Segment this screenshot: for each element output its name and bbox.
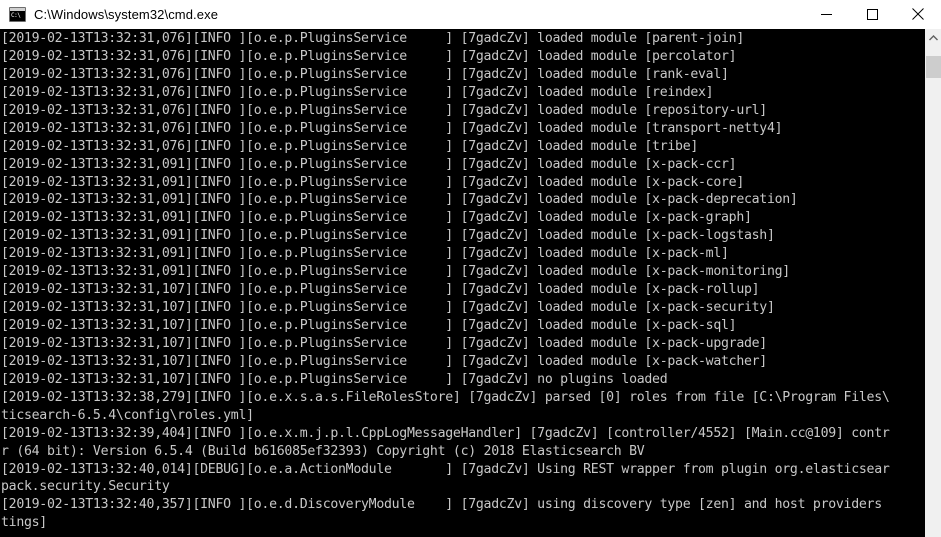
window-title: C:\Windows\system32\cmd.exe: [34, 6, 219, 22]
maximize-button[interactable]: [849, 0, 895, 28]
console-line: [2019-02-13T13:32:31,107][INFO ][o.e.p.P…: [1, 318, 737, 333]
console-area: [2019-02-13T13:32:31,076][INFO ][o.e.p.P…: [0, 29, 941, 537]
console-line: [2019-02-13T13:32:40,014][DEBUG][o.e.a.A…: [1, 461, 890, 477]
console-line: [2019-02-13T13:32:31,076][INFO ][o.e.p.P…: [1, 66, 729, 82]
console-line: [2019-02-13T13:32:31,076][INFO ][o.e.p.P…: [1, 120, 783, 136]
scrollbar-thumb[interactable]: [926, 55, 941, 78]
console-line: [2019-02-13T13:32:38,279][INFO ][o.e.x.s…: [1, 389, 890, 405]
console-line: [2019-02-13T13:32:31,107][INFO ][o.e.p.P…: [1, 371, 668, 387]
window-controls: [803, 0, 941, 28]
console-line: ticsearch-6.5.4\config\roles.yml]: [1, 407, 254, 423]
console-output[interactable]: [2019-02-13T13:32:31,076][INFO ][o.e.p.P…: [0, 29, 925, 537]
cmd-window: C:\ C:\Windows\system32\cmd.exe [2019-02…: [0, 0, 941, 537]
cmd-icon-label: C:\: [11, 11, 21, 19]
scrollbar-track[interactable]: [926, 46, 941, 537]
console-line: [2019-02-13T13:32:31,107][INFO ][o.e.p.P…: [1, 353, 767, 369]
console-line: [2019-02-13T13:32:31,107][INFO ][o.e.p.P…: [1, 282, 760, 298]
console-line: [2019-02-13T13:32:31,091][INFO ][o.e.p.P…: [1, 210, 752, 226]
console-line: [2019-02-13T13:32:31,107][INFO ][o.e.p.P…: [1, 300, 775, 316]
console-line: [2019-02-13T13:32:40,357][INFO ][o.e.d.D…: [1, 497, 890, 513]
cmd-console-icon: C:\: [9, 6, 26, 22]
minimize-button[interactable]: [803, 0, 849, 28]
console-line: [2019-02-13T13:32:31,076][INFO ][o.e.p.P…: [1, 31, 744, 46]
console-line: [2019-02-13T13:32:31,076][INFO ][o.e.p.P…: [1, 102, 767, 118]
console-scrollbar[interactable]: [925, 29, 941, 537]
console-line: [2019-02-13T13:32:31,091][INFO ][o.e.p.P…: [1, 192, 798, 208]
console-line: [2019-02-13T13:32:31,076][INFO ][o.e.p.P…: [1, 84, 714, 100]
console-line: tings]: [1, 515, 47, 531]
console-line: [2019-02-13T13:32:31,091][INFO ][o.e.p.P…: [1, 228, 775, 244]
scroll-up-arrow-icon[interactable]: [926, 29, 941, 46]
console-line: [2019-02-13T13:32:31,091][INFO ][o.e.p.P…: [1, 174, 744, 190]
console-line: [2019-02-13T13:32:31,091][INFO ][o.e.p.P…: [1, 264, 790, 280]
close-button[interactable]: [895, 0, 941, 28]
console-line: pack.security.Security: [1, 479, 170, 495]
console-line: [2019-02-13T13:32:31,091][INFO ][o.e.p.P…: [1, 246, 729, 262]
console-line: [2019-02-13T13:32:31,076][INFO ][o.e.p.P…: [1, 138, 699, 154]
console-line: [2019-02-13T13:32:31,107][INFO ][o.e.p.P…: [1, 335, 767, 351]
console-line: [2019-02-13T13:32:31,076][INFO ][o.e.p.P…: [1, 48, 737, 64]
title-bar[interactable]: C:\ C:\Windows\system32\cmd.exe: [0, 0, 941, 29]
console-line: [2019-02-13T13:32:39,404][INFO ][o.e.x.m…: [1, 425, 890, 441]
console-line: r (64 bit): Version 6.5.4 (Build b616085…: [1, 443, 645, 459]
console-line: [2019-02-13T13:32:31,091][INFO ][o.e.p.P…: [1, 156, 737, 172]
